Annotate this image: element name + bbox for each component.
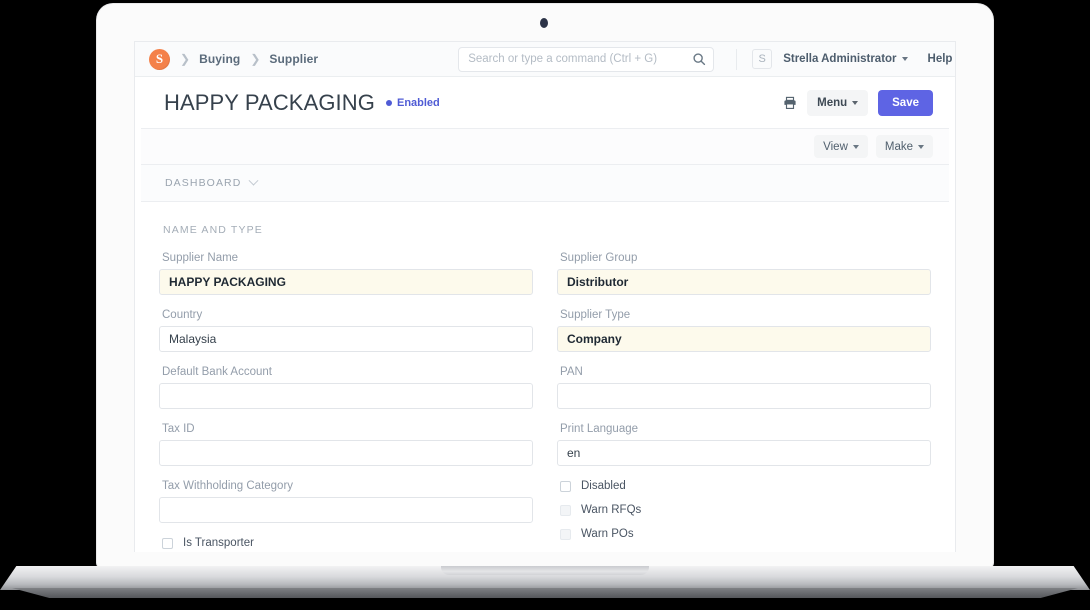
field-label-tax-id: Tax ID xyxy=(162,423,195,435)
field-input-tax-id[interactable] xyxy=(159,440,533,466)
checkbox-is-transporter[interactable] xyxy=(162,537,173,549)
status-dot-icon xyxy=(385,99,392,106)
form-area: NAME AND TYPE Supplier Name Country Defaul… xyxy=(135,202,955,552)
form-field-tax-withholding-category: Tax Withholding Category xyxy=(159,480,533,523)
field-label-supplier-type: Supplier Type xyxy=(560,309,631,321)
secondary-toolbar: View Make xyxy=(141,128,949,165)
app-logo-icon[interactable]: S xyxy=(149,48,170,70)
laptop-base-notch xyxy=(441,566,649,575)
field-input-print-language[interactable] xyxy=(557,440,931,466)
form-field-pan: PAN xyxy=(557,366,931,409)
form-field-default-bank-account: Default Bank Account xyxy=(159,366,533,409)
section-label: DASHBOARD xyxy=(165,177,242,189)
section-collapse-row[interactable]: DASHBOARD xyxy=(141,165,949,202)
help-menu[interactable]: Help xyxy=(927,53,955,65)
field-label-country: Country xyxy=(162,309,203,321)
checkbox-row-warn-pos[interactable]: Warn POs xyxy=(557,528,931,540)
search-input[interactable] xyxy=(458,46,715,72)
checkbox-warn-pos[interactable] xyxy=(560,528,571,540)
form-field-supplier-group: Supplier Group xyxy=(557,252,931,295)
field-label-tax-withholding-category: Tax Withholding Category xyxy=(162,480,294,492)
chevron-down-icon xyxy=(248,175,259,186)
print-icon[interactable] xyxy=(783,96,797,110)
checkbox-disabled[interactable] xyxy=(560,480,571,492)
chevron-down-icon xyxy=(918,144,924,149)
make-button[interactable]: Make xyxy=(875,135,933,158)
form-column-left: Supplier Name Country Default Bank Account… xyxy=(159,252,533,552)
field-input-tax-withholding-category[interactable] xyxy=(159,497,533,523)
field-input-supplier-name[interactable] xyxy=(159,269,533,295)
avatar-letter: S xyxy=(758,53,766,65)
field-label-supplier-name: Supplier Name xyxy=(162,252,239,264)
form-field-country: Country xyxy=(159,309,533,352)
field-input-country[interactable] xyxy=(159,326,533,352)
help-menu-label: Help xyxy=(927,53,953,65)
page-header-actions: Menu Save xyxy=(783,89,933,116)
status-badge: Enabled xyxy=(385,96,440,109)
chevron-down-icon xyxy=(901,57,908,61)
navbar-divider xyxy=(736,48,738,70)
field-input-default-bank-account[interactable] xyxy=(159,383,533,409)
application-screen: S ❯ Buying ❯ Supplier S Strella Administ… xyxy=(134,41,956,552)
laptop-base-foot xyxy=(12,588,1078,598)
checkbox-row-warn-rfqs[interactable]: Warn RFQs xyxy=(557,504,931,516)
save-button-label: Save xyxy=(892,96,919,109)
checkbox-label-is-transporter: Is Transporter xyxy=(183,537,254,549)
chevron-down-icon xyxy=(852,144,859,149)
field-label-default-bank-account: Default Bank Account xyxy=(162,366,272,378)
checkbox-warn-rfqs[interactable] xyxy=(560,504,571,516)
avatar[interactable]: S xyxy=(752,49,773,69)
field-input-supplier-type[interactable] xyxy=(557,326,931,352)
form-column-right: Supplier Group Supplier Type PAN Print Lang… xyxy=(557,252,931,552)
save-button[interactable]: Save xyxy=(878,89,933,116)
form-field-print-language: Print Language xyxy=(557,423,931,466)
page-title: HAPPY PACKAGING xyxy=(164,89,375,115)
view-button[interactable]: View xyxy=(814,135,868,158)
field-input-pan[interactable] xyxy=(557,383,931,409)
menu-button-label: Menu xyxy=(817,96,848,109)
form-grid: Supplier Name Country Default Bank Account… xyxy=(159,252,931,552)
field-label-supplier-group: Supplier Group xyxy=(560,252,638,264)
breadcrumb-item-supplier[interactable]: Supplier xyxy=(269,52,318,66)
breadcrumb-chevron-icon: ❯ xyxy=(180,52,191,66)
checkbox-row-disabled[interactable]: Disabled xyxy=(557,480,931,492)
breadcrumb-chevron-icon: ❯ xyxy=(250,52,261,66)
form-field-tax-id: Tax ID xyxy=(159,423,533,466)
laptop-frame: S ❯ Buying ❯ Supplier S Strella Administ… xyxy=(0,0,1090,610)
menu-button[interactable]: Menu xyxy=(807,89,869,116)
user-menu[interactable]: Strella Administrator xyxy=(783,53,908,65)
form-field-supplier-name: Supplier Name xyxy=(159,252,533,295)
app-logo-letter: S xyxy=(155,51,164,66)
user-menu-label: Strella Administrator xyxy=(783,53,897,65)
top-navbar: S ❯ Buying ❯ Supplier S Strella Administ… xyxy=(135,42,955,77)
search-icon[interactable] xyxy=(692,52,706,66)
checkbox-label-disabled: Disabled xyxy=(581,480,626,492)
field-input-supplier-group[interactable] xyxy=(557,269,931,295)
breadcrumb-item-buying[interactable]: Buying xyxy=(199,52,240,66)
checkbox-row-is-transporter[interactable]: Is Transporter xyxy=(159,537,533,549)
webcam-dot xyxy=(540,18,548,28)
view-button-label: View xyxy=(823,140,848,153)
checkbox-label-warn-pos: Warn POs xyxy=(581,528,634,540)
checkbox-label-warn-rfqs: Warn RFQs xyxy=(581,504,642,516)
form-section-title: NAME AND TYPE xyxy=(163,224,263,236)
search-container xyxy=(458,46,715,72)
chevron-down-icon xyxy=(852,100,859,105)
status-label: Enabled xyxy=(396,96,440,109)
field-label-pan: PAN xyxy=(560,366,583,378)
page-header: HAPPY PACKAGING Enabled Menu Save xyxy=(135,77,955,128)
field-label-print-language: Print Language xyxy=(560,423,639,435)
form-field-supplier-type: Supplier Type xyxy=(557,309,931,352)
make-button-label: Make xyxy=(884,140,913,153)
